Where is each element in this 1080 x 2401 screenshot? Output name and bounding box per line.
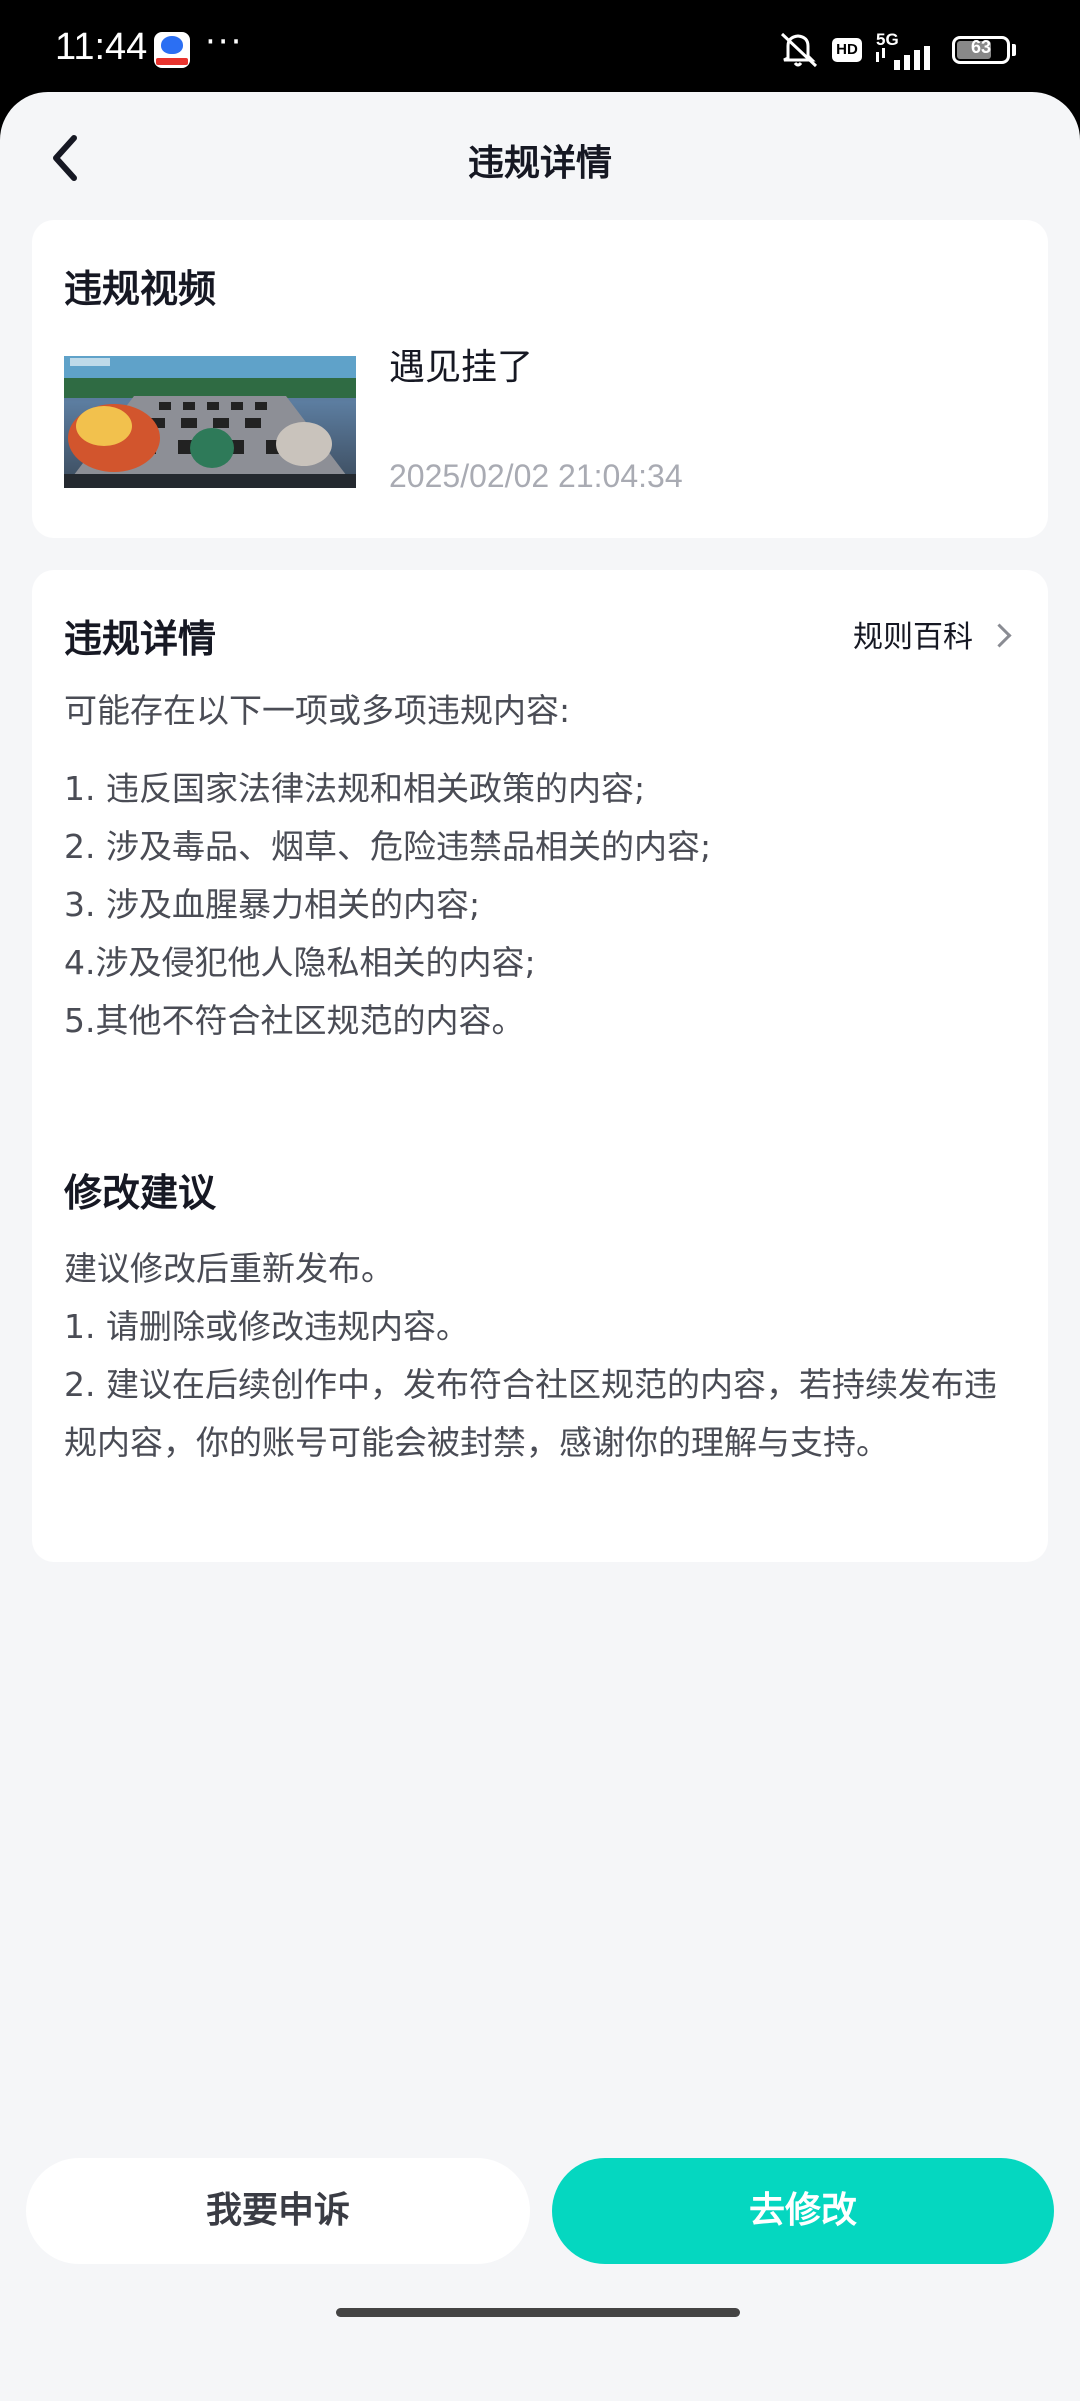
rules-link-label: 规则百科 — [853, 620, 973, 655]
suggestion-line: 1. 请删除或修改违规内容。 — [64, 1307, 469, 1346]
list-item: 4.涉及侵犯他人隐私相关的内容; — [64, 943, 536, 982]
5g-signal-icon — [876, 46, 930, 70]
video-thumbnail[interactable] — [64, 356, 356, 488]
baidu-app-icon — [154, 32, 190, 68]
page-title: 违规详情 — [467, 143, 612, 184]
list-item: 2. 涉及毒品、烟草、危险违禁品相关的内容; — [64, 827, 712, 866]
mute-icon — [780, 32, 818, 68]
card-title: 修改建议 — [64, 1171, 217, 1215]
list-item: 3. 涉及血腥暴力相关的内容; — [64, 885, 481, 924]
nav-bar: 违规详情 — [0, 92, 1080, 222]
go-edit-button[interactable]: 去修改 — [552, 2158, 1054, 2264]
suggestion-line: 2. 建议在后续创作中，发布符合社区规范的内容，若持续发布违规内容，你的账号可能… — [64, 1365, 997, 1462]
more-notifications-icon: ··· — [205, 22, 244, 62]
list-item: 5.其他不符合社区规范的内容。 — [64, 1001, 525, 1040]
battery-icon: 63 — [952, 36, 1010, 64]
suggestions-card: 修改建议 建议修改后重新发布。 1. 请删除或修改违规内容。 2. 建议在后续创… — [32, 1124, 1048, 1562]
video-timestamp: 2025/02/02 21:04:34 — [389, 458, 683, 494]
hd-icon: HD — [832, 38, 862, 62]
card-title: 违规视频 — [64, 267, 217, 311]
list-item: 1. 违反国家法律法规和相关政策的内容; — [64, 769, 646, 808]
status-bar: 11:44 ··· HD 5G 63 — [0, 0, 1080, 100]
screen: 违规详情 违规视频 遇见挂了 2025/02/02 21:04:34 违规详情 … — [0, 92, 1080, 2401]
rules-encyclopedia-link[interactable]: 规则百科 — [853, 612, 1012, 656]
appeal-button[interactable]: 我要申诉 — [26, 2158, 530, 2264]
status-time: 11:44 — [55, 26, 148, 68]
battery-level: 63 — [970, 37, 992, 57]
card-title: 违规详情 — [64, 617, 217, 661]
suggestion-line: 建议修改后重新发布。 — [64, 1249, 394, 1288]
chevron-right-icon — [987, 623, 1012, 648]
home-indicator[interactable] — [336, 2308, 740, 2317]
violation-list: 1. 违反国家法律法规和相关政策的内容; 2. 涉及毒品、烟草、危险违禁品相关的… — [64, 760, 711, 1050]
violation-details-card: 违规详情 规则百科 可能存在以下一项或多项违规内容: 1. 违反国家法律法规和相… — [32, 570, 1048, 1182]
thumbnail-image — [64, 356, 356, 488]
details-intro: 可能存在以下一项或多项违规内容: — [64, 691, 571, 730]
violation-video-card: 违规视频 遇见挂了 2025/02/02 21:04:34 — [32, 220, 1048, 538]
video-title[interactable]: 遇见挂了 — [389, 338, 533, 390]
